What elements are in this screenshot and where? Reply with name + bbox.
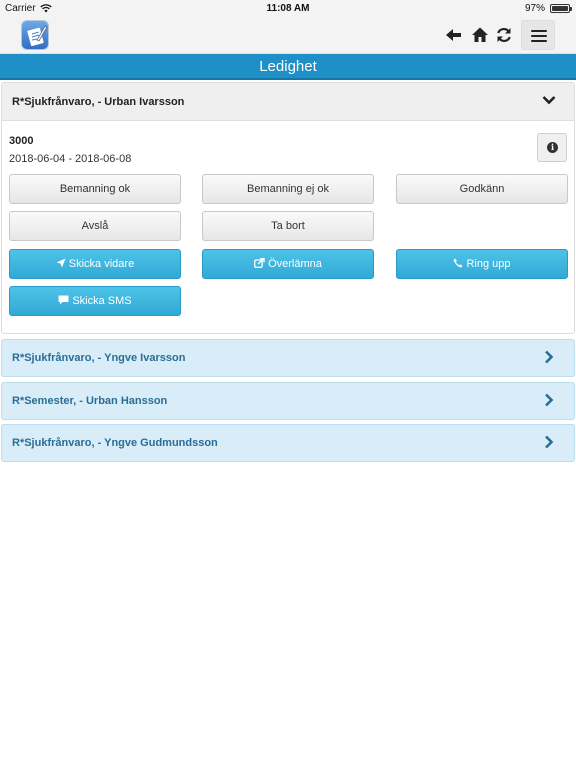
- bemanning-ej-ok-button[interactable]: Bemanning ej ok: [202, 174, 374, 204]
- ring-upp-label: Ring upp: [466, 258, 511, 270]
- ring-upp-button[interactable]: Ring upp: [396, 249, 568, 279]
- paper-plane-icon: [56, 258, 66, 268]
- hamburger-menu-icon: [531, 30, 547, 32]
- avsla-button[interactable]: Avslå: [9, 211, 181, 241]
- list-item-title: R*Sjukfrånvaro, - Yngve Gudmundsson: [12, 437, 218, 449]
- expanded-request-panel: R*Sjukfrånvaro, - Urban Ivarsson 3000 20…: [1, 82, 575, 334]
- chevron-down-icon[interactable]: [542, 93, 556, 107]
- godkann-button[interactable]: Godkänn: [396, 174, 568, 204]
- hamburger-menu-button[interactable]: [521, 20, 555, 50]
- battery-icon: [550, 4, 572, 13]
- chevron-right-icon[interactable]: [542, 350, 556, 364]
- overlamna-label: Överlämna: [268, 258, 322, 270]
- list-item[interactable]: R*Semester, - Urban Hansson: [1, 382, 575, 420]
- bemanning-ok-button[interactable]: Bemanning ok: [9, 174, 181, 204]
- app-logo-icon[interactable]: [21, 20, 49, 50]
- ta-bort-button[interactable]: Ta bort: [202, 211, 374, 241]
- expanded-panel-header[interactable]: R*Sjukfrånvaro, - Urban Ivarsson: [2, 83, 574, 121]
- status-bar: Carrier 11:08 AM 97%: [0, 0, 576, 17]
- overlamna-button[interactable]: Överlämna: [202, 249, 374, 279]
- arrow-left-icon[interactable]: [445, 26, 463, 44]
- list-item-title: R*Semester, - Urban Hansson: [12, 395, 168, 407]
- battery-fill: [552, 6, 568, 11]
- list-item[interactable]: R*Sjukfrånvaro, - Yngve Gudmundsson: [1, 424, 575, 462]
- chevron-right-icon[interactable]: [542, 393, 556, 407]
- skicka-sms-label: Skicka SMS: [72, 295, 132, 307]
- clock: 11:08 AM: [266, 3, 310, 14]
- info-icon: i: [547, 142, 558, 153]
- home-icon[interactable]: [471, 26, 489, 44]
- panel-title: R*Sjukfrånvaro, - Urban Ivarsson: [12, 96, 185, 108]
- share-icon: [254, 257, 265, 268]
- skicka-sms-button[interactable]: Skicka SMS: [9, 286, 181, 316]
- request-dates: 2018-06-04 - 2018-06-08: [9, 153, 132, 165]
- page-title: Ledighet: [0, 54, 576, 80]
- list-item[interactable]: R*Sjukfrånvaro, - Yngve Ivarsson: [1, 339, 575, 377]
- refresh-icon[interactable]: [495, 26, 513, 44]
- skicka-vidare-button[interactable]: Skicka vidare: [9, 249, 181, 279]
- chat-bubble-icon: [58, 295, 69, 305]
- phone-icon: [453, 258, 463, 268]
- request-code: 3000: [9, 135, 34, 147]
- battery-percent: 97%: [524, 3, 545, 14]
- status-right: 97%: [524, 3, 572, 14]
- top-navbar: [0, 17, 576, 54]
- list-item-title: R*Sjukfrånvaro, - Yngve Ivarsson: [12, 352, 186, 364]
- chevron-right-icon[interactable]: [542, 435, 556, 449]
- skicka-vidare-label: Skicka vidare: [68, 258, 135, 270]
- info-button[interactable]: i: [537, 133, 567, 162]
